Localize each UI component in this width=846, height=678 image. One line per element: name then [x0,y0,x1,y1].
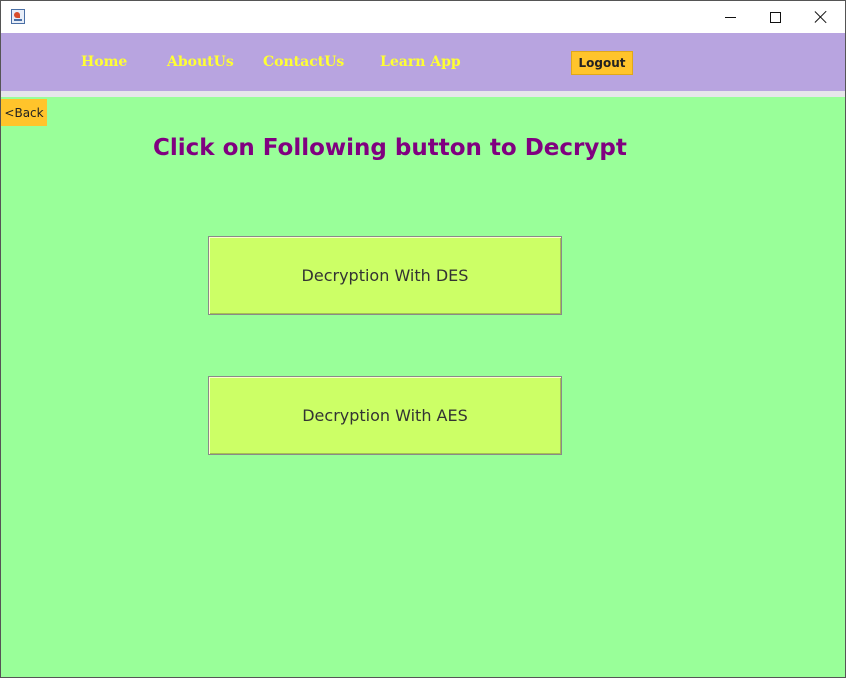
nav-contact-us[interactable]: ContactUs [263,54,344,70]
page-title: Click on Following button to Decrypt [153,135,627,161]
minimize-button[interactable] [707,1,753,33]
back-button[interactable]: <Back [1,99,47,126]
decrypt-aes-button[interactable]: Decryption With AES [208,376,562,455]
maximize-icon [769,11,781,23]
close-icon [815,11,827,23]
nav-home[interactable]: Home [81,54,127,70]
decrypt-des-button[interactable]: Decryption With DES [208,236,562,315]
close-button[interactable] [798,1,844,33]
title-bar [1,1,845,33]
nav-learn-app[interactable]: Learn App [380,54,461,70]
java-app-icon [11,9,25,24]
nav-about-us[interactable]: AboutUs [167,54,234,70]
navbar: Home AboutUs ContactUs Learn App Logout [1,33,845,91]
app-window: Home AboutUs ContactUs Learn App Logout … [0,0,846,678]
main-panel: <Back Click on Following button to Decry… [1,97,845,677]
maximize-button[interactable] [752,1,798,33]
minimize-icon [724,16,736,18]
logout-button[interactable]: Logout [571,51,633,75]
